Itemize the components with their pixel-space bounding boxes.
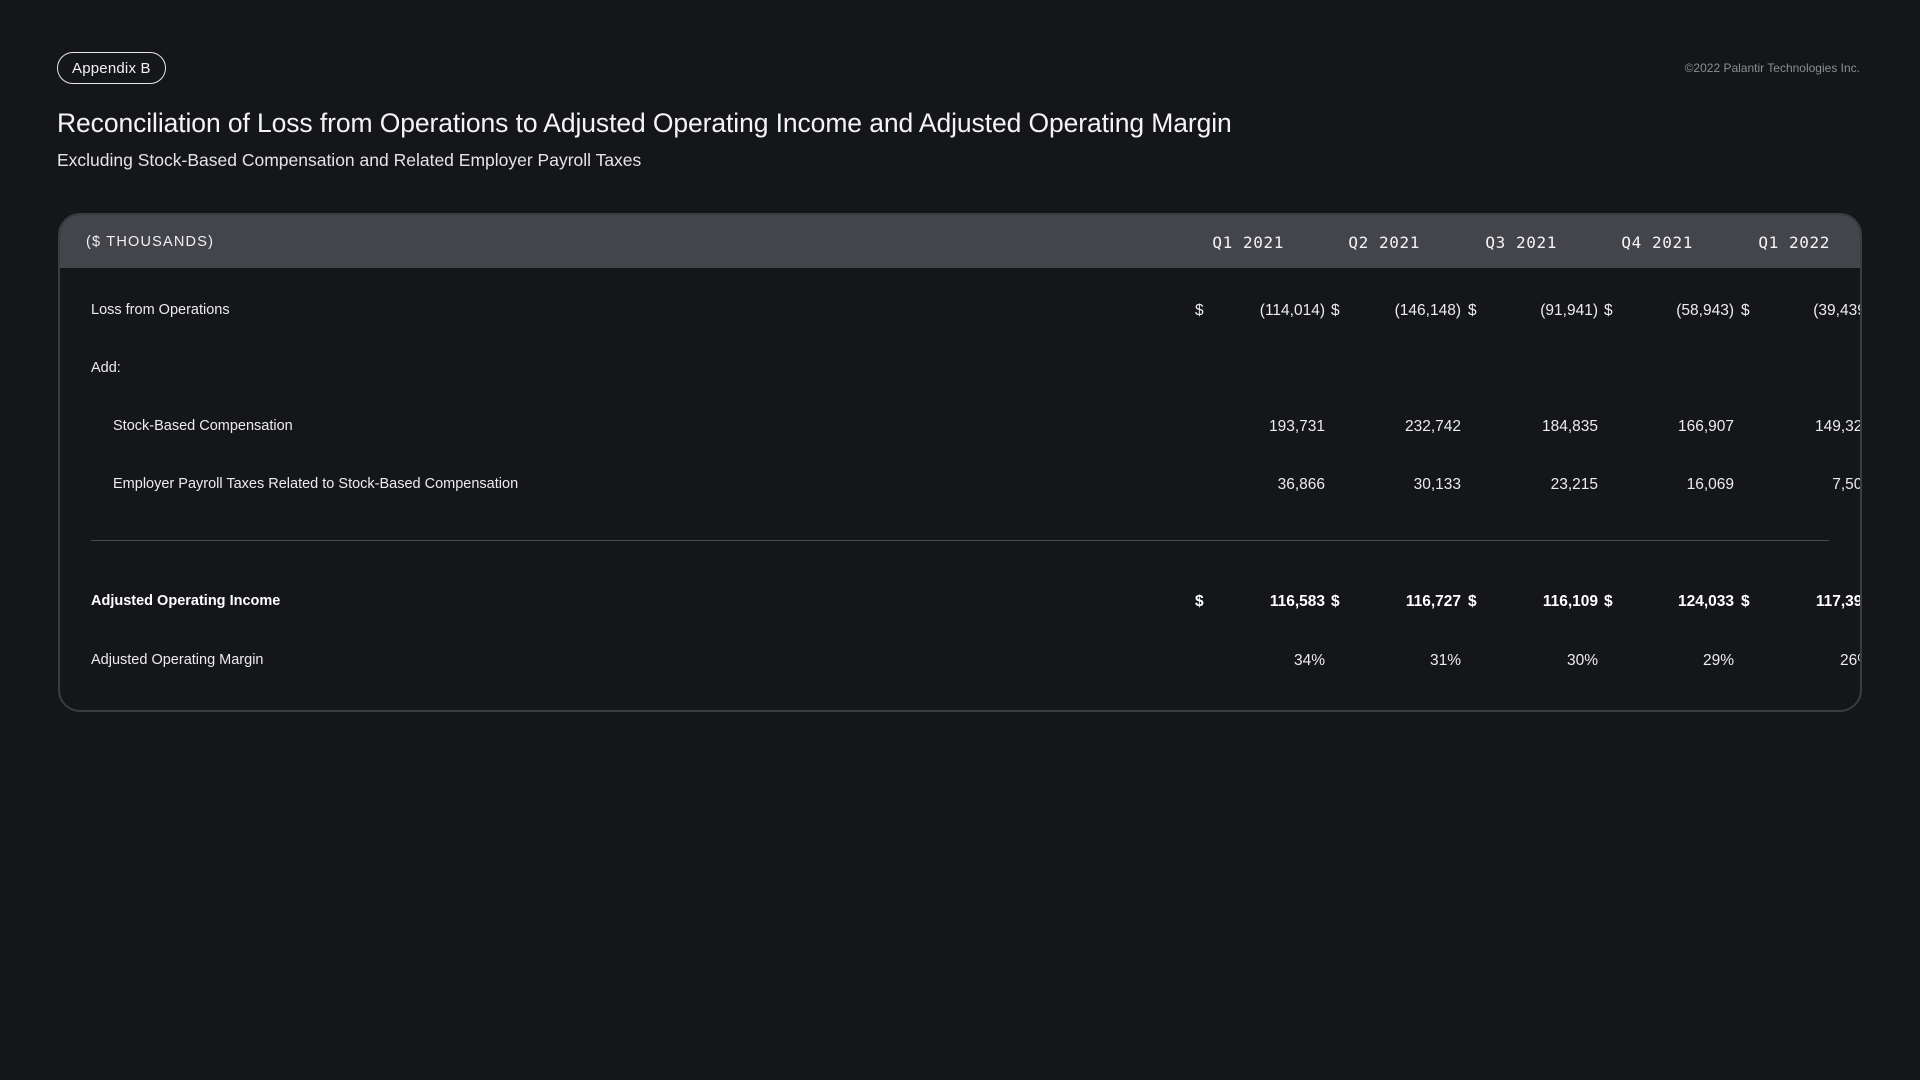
table-cell: 36,866 [1195,476,1325,496]
row-label: Stock-Based Compensation [113,418,293,434]
cell-value: 23,215 [1550,476,1598,493]
appendix-tag: Appendix B [57,52,166,84]
table-divider [91,540,1829,541]
cell-value: 26% [1839,652,1860,669]
page-subtitle: Excluding Stock-Based Compensation and R… [57,150,642,170]
table-cell: 30,133 [1331,476,1461,496]
cell-value: 193,731 [1268,418,1325,435]
column-header-q1-2022: Q1 2022 [1758,233,1830,252]
column-header-q1-2021: Q1 2021 [1212,233,1284,252]
table-cell: $116,583 [1195,593,1325,613]
table-cell: $ (58,943) [1604,302,1734,322]
cell-value: (39,439) [1813,302,1860,319]
currency-symbol: $ [1468,593,1477,610]
currency-symbol: $ [1604,302,1613,319]
table-cell: $ (91,941) [1468,302,1598,322]
unit-label: ($ THOUSANDS) [86,234,215,250]
column-header-q4-2021: Q4 2021 [1621,233,1693,252]
table-cell: $ (146,148) [1331,302,1461,322]
cell-value: 117,390 [1815,593,1862,610]
table-cell: 232,742 [1331,418,1461,438]
table-cell: $124,033 [1604,593,1734,613]
page-title: Reconciliation of Loss from Operations t… [57,108,1232,138]
currency-symbol: $ [1195,593,1204,610]
table-cell: 29% [1604,652,1734,672]
table-cell: 166,907 [1604,418,1734,438]
currency-symbol: $ [1741,302,1750,319]
currency-symbol: $ [1741,593,1750,610]
row-label: Add: [91,360,121,376]
currency-symbol: $ [1195,302,1204,319]
currency-symbol: $ [1468,302,1477,319]
cell-value: 149,323 [1814,418,1862,435]
cell-value: 116,583 [1269,593,1325,610]
cell-value: (58,943) [1676,302,1734,319]
table-cell: 184,835 [1468,418,1598,438]
table-cell: 149,323 [1741,418,1862,438]
table-cell: 16,069 [1604,476,1734,496]
cell-value: 124,033 [1677,593,1734,610]
currency-symbol: $ [1331,593,1340,610]
table-cell: $116,727 [1331,593,1461,613]
currency-symbol: $ [1604,593,1613,610]
currency-symbol: $ [1331,302,1340,319]
cell-value: (114,014) [1259,302,1325,319]
table-header: ($ THOUSANDS) Q1 2021 Q2 2021 Q3 2021 Q4… [60,215,1860,268]
cell-value: 116,727 [1405,593,1461,610]
table-cell: $ (39,439) [1741,302,1860,322]
cell-value: 30,133 [1413,476,1461,493]
cell-value: (91,941) [1540,302,1598,319]
cell-value: 34% [1293,652,1325,669]
cell-value: 16,069 [1686,476,1734,493]
cell-value: 7,506 [1832,476,1862,493]
cell-value: 30% [1566,652,1598,669]
table-cell: 193,731 [1195,418,1325,438]
table-cell: 34% [1195,652,1325,672]
cell-value: 232,742 [1404,418,1461,435]
row-label: Employer Payroll Taxes Related to Stock-… [113,476,519,492]
table-cell: $ (114,014) [1195,302,1325,322]
cell-value: 166,907 [1677,418,1734,435]
cell-value: (146,148) [1394,302,1461,319]
cell-value: 29% [1702,652,1734,669]
column-header-q2-2021: Q2 2021 [1348,233,1420,252]
table-cell: 31% [1331,652,1461,672]
table-cell: 7,506 [1741,476,1862,496]
cell-value: 31% [1429,652,1461,669]
row-label: Loss from Operations [91,302,230,318]
table-cell: $116,109 [1468,593,1598,613]
table-cell: $117,390 [1741,593,1862,613]
reconciliation-table: ($ THOUSANDS) Q1 2021 Q2 2021 Q3 2021 Q4… [58,213,1862,712]
table-cell: 30% [1468,652,1598,672]
table-cell: 26% [1741,652,1860,672]
cell-value: 116,109 [1542,593,1598,610]
row-label: Adjusted Operating Income [91,593,281,609]
cell-value: 36,866 [1277,476,1325,493]
cell-value: 184,835 [1541,418,1598,435]
column-header-q3-2021: Q3 2021 [1485,233,1557,252]
table-cell: 23,215 [1468,476,1598,496]
row-label: Adjusted Operating Margin [91,652,264,668]
copyright-notice: ©2022 Palantir Technologies Inc. [1684,61,1860,75]
